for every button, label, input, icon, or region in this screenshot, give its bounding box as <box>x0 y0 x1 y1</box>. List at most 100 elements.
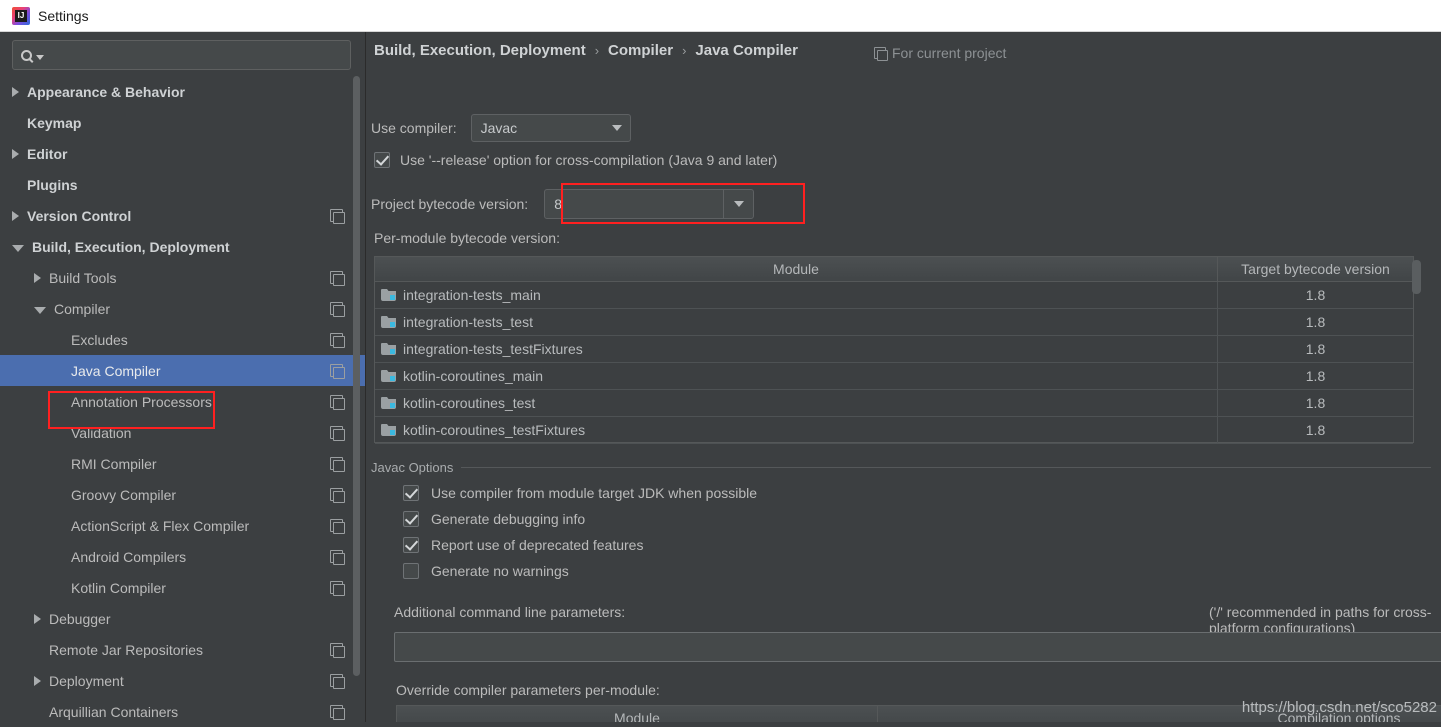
copy-icon[interactable] <box>330 674 345 689</box>
target-bytecode-cell[interactable]: 1.8 <box>1217 417 1413 443</box>
chevron-right-icon[interactable] <box>34 613 41 624</box>
chevron-right-icon[interactable] <box>12 148 19 159</box>
project-bytecode-select[interactable]: 8 <box>544 189 755 219</box>
table-row[interactable]: integration-tests_testFixtures 1.8 <box>375 336 1413 363</box>
release-option-row[interactable]: Use '--release' option for cross-compila… <box>374 152 777 168</box>
javac-option-row[interactable]: Use compiler from module target JDK when… <box>403 485 1431 501</box>
copy-icon[interactable] <box>330 395 345 410</box>
column-header-module[interactable]: Module <box>375 257 1217 281</box>
sidebar-item-deployment[interactable]: Deployment <box>0 665 365 696</box>
chevron-down-icon[interactable] <box>12 244 24 252</box>
module-cell: integration-tests_testFixtures <box>375 336 1217 362</box>
javac-options-group: Javac Options Use compiler from module t… <box>371 460 1431 579</box>
javac-option-checkbox[interactable] <box>403 563 419 579</box>
module-table-scrollbar-thumb[interactable] <box>1412 260 1421 294</box>
chevron-down-icon[interactable] <box>723 190 753 218</box>
sidebar-item-plugins[interactable]: Plugins <box>0 169 365 200</box>
chevron-right-icon[interactable] <box>12 210 19 221</box>
per-module-bytecode-label: Per-module bytecode version: <box>374 230 560 246</box>
javac-option-label: Generate debugging info <box>431 511 586 527</box>
additional-params-input[interactable] <box>394 632 1441 662</box>
column-header-target-bytecode[interactable]: Target bytecode version <box>1217 257 1413 281</box>
sidebar-item-arquillian-containers[interactable]: Arquillian Containers <box>0 696 365 727</box>
sidebar-item-annotation-processors[interactable]: Annotation Processors <box>0 386 365 417</box>
copy-icon[interactable] <box>330 457 345 472</box>
column-header-module[interactable]: Module <box>397 706 877 722</box>
table-row[interactable]: integration-tests_test 1.8 <box>375 309 1413 336</box>
window-titlebar: Settings <box>0 0 1441 32</box>
table-row[interactable]: kotlin-coroutines_main 1.8 <box>375 363 1413 390</box>
sidebar-item-android-compilers[interactable]: Android Compilers <box>0 541 365 572</box>
javac-option-row[interactable]: Generate debugging info <box>403 511 1431 527</box>
copy-icon[interactable] <box>330 302 345 317</box>
sidebar-item-build-execution-deployment[interactable]: Build, Execution, Deployment <box>0 231 365 262</box>
sidebar-item-debugger[interactable]: Debugger <box>0 603 365 634</box>
copy-icon[interactable] <box>330 643 345 658</box>
use-compiler-label: Use compiler: <box>371 120 457 136</box>
copy-icon[interactable] <box>330 519 345 534</box>
sidebar-item-java-compiler[interactable]: Java Compiler <box>0 355 365 386</box>
javac-option-checkbox[interactable] <box>403 485 419 501</box>
search-container <box>0 32 365 76</box>
module-folder-icon <box>381 370 396 382</box>
copy-icon[interactable] <box>330 705 345 720</box>
sidebar-scrollbar-thumb[interactable] <box>353 76 360 676</box>
scope-badge-label: For current project <box>892 45 1007 61</box>
chevron-down-icon[interactable] <box>34 306 46 314</box>
sidebar-item-kotlin-compiler[interactable]: Kotlin Compiler <box>0 572 365 603</box>
breadcrumb-separator: › <box>682 43 687 58</box>
sidebar-item-label: Plugins <box>27 176 78 193</box>
sidebar-item-actionscript-flex-compiler[interactable]: ActionScript & Flex Compiler <box>0 510 365 541</box>
sidebar-item-compiler[interactable]: Compiler <box>0 293 365 324</box>
target-bytecode-cell[interactable]: 1.8 <box>1217 390 1413 416</box>
module-name: kotlin-coroutines_main <box>403 368 544 384</box>
module-name: kotlin-coroutines_test <box>403 395 536 411</box>
copy-icon[interactable] <box>330 364 345 379</box>
release-option-checkbox[interactable] <box>374 152 390 168</box>
sidebar-item-excludes[interactable]: Excludes <box>0 324 365 355</box>
sidebar-item-version-control[interactable]: Version Control <box>0 200 365 231</box>
chevron-right-icon[interactable] <box>12 86 19 97</box>
copy-icon[interactable] <box>330 426 345 441</box>
copy-icon[interactable] <box>330 488 345 503</box>
sidebar-item-validation[interactable]: Validation <box>0 417 365 448</box>
javac-option-checkbox[interactable] <box>403 511 419 527</box>
search-input[interactable] <box>12 40 351 70</box>
chevron-right-icon[interactable] <box>34 675 41 686</box>
javac-option-checkbox[interactable] <box>403 537 419 553</box>
copy-icon[interactable] <box>330 550 345 565</box>
sidebar-item-build-tools[interactable]: Build Tools <box>0 262 365 293</box>
sidebar-item-label: Appearance & Behavior <box>27 83 185 100</box>
javac-options-header: Javac Options <box>371 460 1431 475</box>
use-compiler-select[interactable]: Javac <box>470 114 631 142</box>
javac-option-row[interactable]: Generate no warnings <box>403 563 1431 579</box>
sidebar-item-remote-jar-repositories[interactable]: Remote Jar Repositories <box>0 634 365 665</box>
target-bytecode-cell[interactable]: 1.8 <box>1217 282 1413 308</box>
module-name: integration-tests_main <box>403 287 541 303</box>
module-folder-icon <box>381 424 396 436</box>
sidebar-item-editor[interactable]: Editor <box>0 138 365 169</box>
javac-option-row[interactable]: Report use of deprecated features <box>403 537 1431 553</box>
target-bytecode-cell[interactable]: 1.8 <box>1217 309 1413 335</box>
copy-icon[interactable] <box>330 581 345 596</box>
sidebar-item-groovy-compiler[interactable]: Groovy Compiler <box>0 479 365 510</box>
target-bytecode-cell[interactable]: 1.8 <box>1217 363 1413 389</box>
sidebar-item-keymap[interactable]: Keymap <box>0 107 365 138</box>
breadcrumb-item-1[interactable]: Compiler <box>608 42 673 59</box>
breadcrumb-item-0[interactable]: Build, Execution, Deployment <box>374 42 586 59</box>
project-bytecode-label: Project bytecode version: <box>371 196 529 212</box>
project-bytecode-value: 8 <box>554 196 562 212</box>
settings-main-panel: Build, Execution, Deployment › Compiler … <box>366 32 1441 722</box>
sidebar-item-rmi-compiler[interactable]: RMI Compiler <box>0 448 365 479</box>
table-row[interactable]: integration-tests_main 1.8 <box>375 282 1413 309</box>
module-cell: integration-tests_main <box>375 282 1217 308</box>
sidebar-item-label: Kotlin Compiler <box>71 579 166 596</box>
copy-icon[interactable] <box>330 271 345 286</box>
copy-icon[interactable] <box>330 209 345 224</box>
table-row[interactable]: kotlin-coroutines_test 1.8 <box>375 390 1413 417</box>
chevron-right-icon[interactable] <box>34 272 41 283</box>
copy-icon[interactable] <box>330 333 345 348</box>
table-row[interactable]: kotlin-coroutines_testFixtures 1.8 <box>375 417 1413 444</box>
target-bytecode-cell[interactable]: 1.8 <box>1217 336 1413 362</box>
sidebar-item-appearance-behavior[interactable]: Appearance & Behavior <box>0 76 365 107</box>
